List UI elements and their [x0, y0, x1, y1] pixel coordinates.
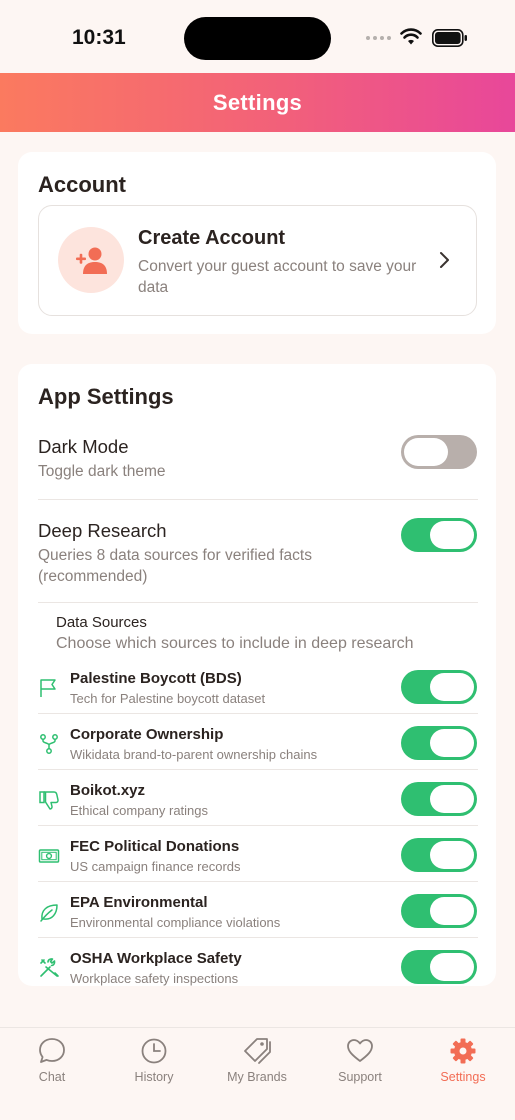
tools-icon: [40, 958, 59, 977]
source-description: Tech for Palestine boycott dataset: [70, 691, 266, 706]
divider: [38, 602, 478, 603]
tab-history[interactable]: History: [104, 1036, 204, 1084]
source-name: FEC Political Donations: [70, 838, 240, 855]
source-name: Boikot.xyz: [70, 782, 146, 799]
banknote-icon: [38, 849, 60, 863]
account-section-title: Account: [38, 172, 126, 197]
tab-label: My Brands: [227, 1070, 287, 1084]
boikot-toggle[interactable]: [401, 782, 477, 816]
epa-toggle[interactable]: [401, 894, 477, 928]
chat-bubble-icon: [39, 1038, 65, 1063]
tab-bar: Chat History My Brands Support Settings: [0, 1027, 515, 1120]
deep-research-toggle[interactable]: [401, 518, 477, 552]
deep-research-description: Queries 8 data sources for verified fact…: [38, 547, 312, 585]
tab-label: Chat: [38, 1070, 66, 1084]
tags-icon: [244, 1038, 271, 1064]
account-card: Account Create Account Convert your gues…: [18, 152, 496, 334]
add-user-icon: [58, 227, 124, 293]
ownership-toggle[interactable]: [401, 726, 477, 760]
source-description: US campaign finance records: [70, 859, 241, 874]
thumbs-down-icon: [39, 791, 59, 810]
divider: [38, 825, 478, 826]
source-row-osha: OSHA Workplace Safety Workplace safety i…: [38, 945, 478, 1001]
wifi-icon: [400, 28, 422, 45]
create-account-description: Convert your guest account to save your …: [138, 258, 417, 296]
flag-icon: [40, 679, 56, 697]
tab-label: History: [134, 1070, 174, 1084]
source-description: Ethical company ratings: [70, 803, 209, 818]
tab-my-brands[interactable]: My Brands: [207, 1036, 307, 1084]
git-fork-icon: [40, 734, 58, 754]
dynamic-island: [184, 17, 331, 60]
clock-icon: [141, 1038, 167, 1064]
divider: [38, 713, 478, 714]
leaf-icon: [40, 904, 58, 922]
source-name: OSHA Workplace Safety: [70, 950, 242, 967]
source-name: Corporate Ownership: [70, 726, 224, 743]
tab-support[interactable]: Support: [310, 1036, 410, 1084]
status-bar: 10:31: [0, 0, 515, 73]
source-description: Environmental compliance violations: [70, 915, 281, 930]
page-title: Settings: [212, 89, 303, 115]
source-name: Palestine Boycott (BDS): [70, 670, 242, 687]
heart-icon: [347, 1039, 373, 1062]
divider: [38, 881, 478, 882]
chevron-right-icon: [440, 252, 449, 268]
source-name: EPA Environmental: [70, 894, 208, 911]
tab-settings[interactable]: Settings: [413, 1036, 513, 1084]
data-sources-description: Choose which sources to include in deep …: [56, 635, 414, 652]
divider: [38, 937, 478, 938]
bds-toggle[interactable]: [401, 670, 477, 704]
signal-icon: [366, 36, 391, 40]
gear-icon: [450, 1038, 476, 1064]
tab-label: Support: [338, 1070, 382, 1084]
dark-mode-toggle[interactable]: [401, 435, 477, 469]
fec-toggle[interactable]: [401, 838, 477, 872]
divider: [38, 499, 478, 500]
app-settings-card: App Settings Dark Mode Toggle dark theme…: [18, 364, 496, 986]
battery-icon: [432, 29, 467, 47]
osha-toggle[interactable]: [401, 950, 477, 984]
status-time: 10:31: [72, 26, 126, 49]
source-description: Workplace safety inspections: [70, 971, 239, 986]
create-account-title: Create Account: [138, 227, 286, 249]
tab-label: Settings: [440, 1070, 486, 1084]
data-sources-header: Data Sources Choose which sources to inc…: [56, 614, 414, 653]
divider: [38, 769, 478, 770]
app-settings-title: App Settings: [38, 384, 174, 409]
source-description: Wikidata brand-to-parent ownership chain…: [70, 747, 318, 762]
tab-chat[interactable]: Chat: [2, 1036, 102, 1084]
create-account-button[interactable]: Create Account Convert your guest accoun…: [38, 205, 477, 316]
data-sources-label: Data Sources: [56, 614, 147, 631]
settings-header: Settings: [0, 73, 515, 132]
